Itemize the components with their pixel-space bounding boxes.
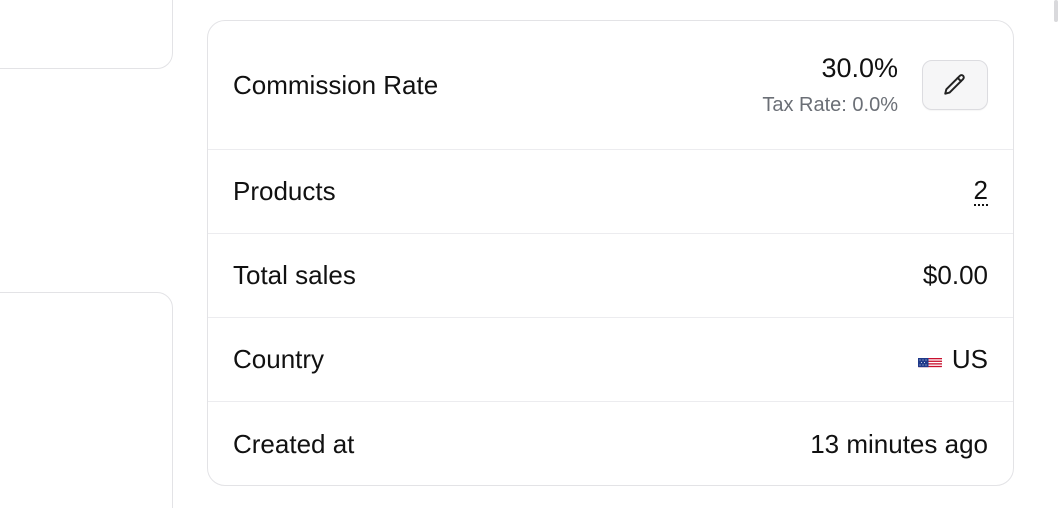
country-value: US (951, 344, 988, 374)
commission-value: 30.0% (821, 53, 898, 83)
scrollbar[interactable] (1054, 0, 1058, 22)
products-row: Products 2 (208, 150, 1013, 234)
tax-rate: Tax Rate: 0.0% (762, 94, 898, 116)
country-value-wrap: US (917, 344, 988, 375)
pencil-icon (944, 74, 965, 95)
created-value: 13 minutes ago (810, 428, 988, 459)
commission-right: 30.0% Tax Rate: 0.0% (762, 53, 988, 117)
commission-row: Commission Rate 30.0% Tax Rate: 0.0% (208, 21, 1013, 150)
country-label: Country (233, 344, 325, 374)
created-row: Created at 13 minutes ago (208, 402, 1013, 485)
us-flag-icon (917, 351, 942, 368)
details-card: Commission Rate 30.0% Tax Rate: 0.0% Pro… (207, 20, 1014, 486)
page: Commission Rate 30.0% Tax Rate: 0.0% Pro… (0, 0, 1058, 508)
left-card-bottom (0, 292, 173, 508)
rate-stack: 30.0% Tax Rate: 0.0% (762, 53, 898, 117)
sales-value: $0.00 (922, 260, 988, 290)
sales-label: Total sales (233, 260, 356, 290)
country-row: Country US (208, 318, 1013, 402)
left-card-top (0, 0, 173, 69)
products-label: Products (233, 176, 336, 206)
products-count-link[interactable]: 2 (973, 177, 988, 206)
sales-row: Total sales $0.00 (208, 234, 1013, 318)
edit-commission-button[interactable] (922, 60, 988, 110)
created-label: Created at (233, 428, 355, 459)
commission-label: Commission Rate (233, 69, 439, 100)
